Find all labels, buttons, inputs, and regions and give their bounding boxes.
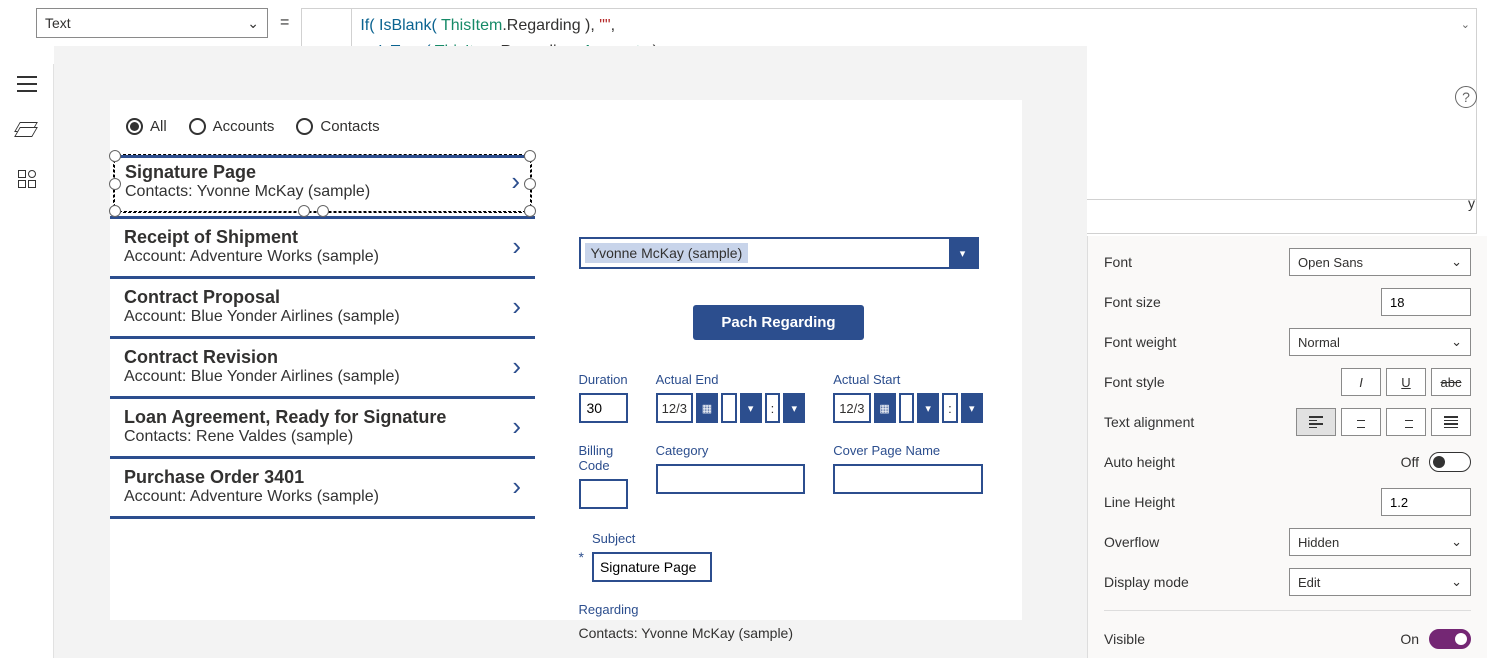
list-item[interactable]: Receipt of ShipmentAccount: Adventure Wo…: [110, 216, 535, 276]
displaymode-dropdown[interactable]: Edit⌄: [1289, 568, 1471, 596]
chevron-down-icon: ▾: [783, 393, 805, 423]
addins-icon[interactable]: [18, 170, 36, 188]
chevron-down-icon[interactable]: ⌄: [1461, 13, 1470, 38]
chevron-right-icon[interactable]: ›: [512, 231, 521, 262]
chevron-down-icon: ⌄: [1451, 334, 1462, 350]
properties-panel: Font Open Sans⌄ Font size Font weight No…: [1087, 236, 1487, 658]
list-item[interactable]: Contract ProposalAccount: Blue Yonder Ai…: [110, 276, 535, 336]
billing-input[interactable]: [579, 479, 628, 509]
fontweight-dropdown[interactable]: Normal⌄: [1289, 328, 1471, 356]
overflow-dropdown[interactable]: Hidden⌄: [1289, 528, 1471, 556]
property-dropdown-value: Text: [45, 15, 71, 31]
radio-accounts[interactable]: Accounts: [189, 118, 275, 135]
visible-toggle[interactable]: [1429, 629, 1471, 649]
gallery-list: Signature PageContacts: Yvonne McKay (sa…: [110, 153, 535, 617]
calendar-icon[interactable]: ▦: [874, 393, 896, 423]
chevron-down-icon: ▾: [961, 393, 983, 423]
regarding-label: Regarding: [579, 602, 979, 617]
lineheight-input[interactable]: [1381, 488, 1471, 516]
list-item-subtitle: Contacts: Yvonne McKay (sample): [125, 183, 370, 201]
fontsize-input[interactable]: [1381, 288, 1471, 316]
chevron-down-icon: ▾: [740, 393, 762, 423]
hamburger-icon[interactable]: [17, 76, 37, 92]
list-item[interactable]: Purchase Order 3401Account: Adventure Wo…: [110, 456, 535, 519]
align-center-button[interactable]: [1341, 408, 1381, 436]
list-item[interactable]: Contract RevisionAccount: Blue Yonder Ai…: [110, 336, 535, 396]
duration-input[interactable]: [579, 393, 628, 423]
calendar-icon[interactable]: ▦: [696, 393, 718, 423]
app-canvas[interactable]: All Accounts Contacts Signature PageCont…: [110, 100, 1022, 620]
italic-button[interactable]: I: [1341, 368, 1381, 396]
align-left-button[interactable]: [1296, 408, 1336, 436]
autoheight-toggle[interactable]: [1429, 452, 1471, 472]
radio-all[interactable]: All: [126, 118, 167, 135]
chevron-right-icon[interactable]: ›: [512, 471, 521, 502]
regarding-combobox[interactable]: Yvonne McKay (sample) ▾: [579, 237, 979, 269]
chevron-down-icon: ▾: [917, 393, 939, 423]
category-input[interactable]: [656, 464, 806, 494]
left-rail: [0, 64, 54, 658]
layers-icon[interactable]: [17, 122, 37, 140]
required-star: *: [579, 549, 584, 565]
detail-form: Yvonne McKay (sample) ▾ Pach Regarding D…: [535, 153, 1022, 617]
actual-start-datetime[interactable]: 12/3▦ ▾:▾: [833, 393, 983, 423]
chevron-right-icon[interactable]: ›: [512, 411, 521, 442]
strikethrough-button[interactable]: abc: [1431, 368, 1471, 396]
chevron-down-icon[interactable]: ▾: [949, 239, 977, 267]
radio-contacts[interactable]: Contacts: [296, 118, 379, 135]
underline-button[interactable]: U: [1386, 368, 1426, 396]
list-item[interactable]: Loan Agreement, Ready for SignatureConta…: [110, 396, 535, 456]
chevron-down-icon: ⌄: [1451, 534, 1462, 550]
patch-button[interactable]: Pach Regarding: [693, 305, 863, 340]
panel-corner-text: y: [1468, 195, 1475, 211]
chevron-down-icon: ⌄: [1451, 574, 1462, 590]
chevron-down-icon: ⌄: [1451, 254, 1462, 270]
regarding-value: Contacts: Yvonne McKay (sample): [579, 625, 979, 641]
list-item-title: Signature Page: [125, 162, 370, 183]
font-dropdown[interactable]: Open Sans⌄: [1289, 248, 1471, 276]
cover-input[interactable]: [833, 464, 983, 494]
chevron-right-icon[interactable]: ›: [511, 166, 520, 197]
equals-sign: =: [280, 14, 289, 32]
align-right-button[interactable]: [1386, 408, 1426, 436]
align-justify-button[interactable]: [1431, 408, 1471, 436]
list-item[interactable]: Signature PageContacts: Yvonne McKay (sa…: [114, 155, 531, 212]
help-icon[interactable]: ?: [1455, 86, 1477, 108]
filter-radio-group: All Accounts Contacts: [110, 100, 1022, 153]
chevron-right-icon[interactable]: ›: [512, 291, 521, 322]
subject-input[interactable]: [592, 552, 712, 582]
chevron-right-icon[interactable]: ›: [512, 351, 521, 382]
property-dropdown[interactable]: Text ⌄: [36, 8, 268, 38]
actual-end-datetime[interactable]: 12/3▦ ▾:▾: [656, 393, 806, 423]
chevron-down-icon: ⌄: [247, 15, 259, 32]
